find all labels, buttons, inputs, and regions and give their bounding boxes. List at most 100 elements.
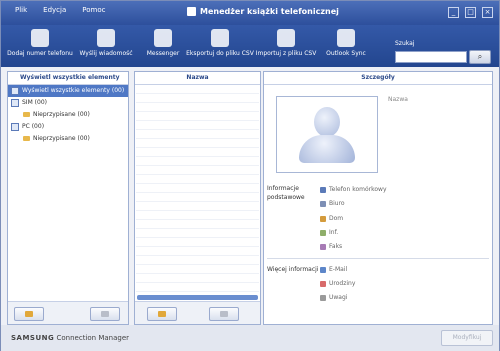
delete-group-button[interactable]	[90, 307, 120, 321]
category-panel: Wyświetl wszystkie elementy Wyświetl wsz…	[7, 71, 129, 325]
maximize-button[interactable]: □	[465, 7, 476, 18]
basic-info-label: Informacje podstawowe	[267, 185, 305, 201]
field-notes: Uwagi	[320, 294, 347, 301]
add-folder-icon	[25, 311, 33, 317]
import-csv-label: Importuj z pliku CSV	[255, 50, 317, 57]
tree-item-pc-label: PC (00)	[22, 123, 45, 130]
category-panel-footer	[8, 301, 128, 324]
close-button[interactable]: ×	[482, 7, 493, 18]
tree-item-sim-unassigned-label: Nieprzypisane (00)	[33, 111, 90, 118]
brand-name: SAMSUNG	[11, 334, 55, 342]
detail-panel: Szczegóły Nazwa Informacje podstawowe Te…	[263, 71, 493, 325]
app-title-text: Menedżer książki telefonicznej	[200, 7, 339, 16]
home-icon	[320, 215, 326, 222]
tree-item-sim[interactable]: SIM (00)	[8, 97, 128, 109]
contact-list-panel: Nazwa	[134, 71, 261, 325]
name-label: Nazwa	[388, 96, 408, 103]
folder-icon	[23, 112, 30, 117]
notes-icon	[320, 294, 326, 301]
delete-contact-button[interactable]	[209, 307, 239, 321]
avatar-body-icon	[299, 135, 355, 163]
birthday-icon	[320, 280, 326, 287]
export-csv-button[interactable]: Eksportuj do pliku CSV	[185, 29, 255, 57]
menu-file[interactable]: Plik	[15, 6, 27, 14]
outlook-sync-label: Outlook Sync	[326, 50, 366, 57]
contact-list[interactable]	[136, 85, 259, 292]
app-title: Menedżer książki telefonicznej	[187, 7, 339, 16]
add-contact-icon	[31, 29, 49, 47]
field-birthday-label: Urodziny	[329, 280, 356, 287]
field-fax-label: Faks	[329, 243, 343, 250]
tree-item-all[interactable]: Wyświetl wszystkie elementy (00)	[8, 85, 128, 97]
toolbar: Dodaj numer telefonu Wyślij wiadomość Me…	[1, 25, 499, 67]
message-icon	[97, 29, 115, 47]
other-phone-icon	[320, 229, 326, 236]
menu-bar: Plik Edycja Pomoc	[15, 6, 105, 14]
field-other-label: Inf.	[329, 229, 339, 236]
field-email: E-Mail	[320, 266, 347, 273]
modify-button[interactable]: Modyfikuj	[441, 330, 493, 346]
add-contact-label: Dodaj numer telefonu	[7, 50, 73, 57]
folder-icon	[23, 136, 30, 141]
contact-list-header: Nazwa	[135, 72, 260, 85]
horizontal-scrollbar[interactable]	[137, 295, 258, 300]
avatar-head-icon	[314, 107, 340, 137]
window-controls: _ □ ×	[448, 7, 493, 18]
send-message-label: Wyślij wiadomość	[79, 50, 133, 57]
menu-edit[interactable]: Edycja	[43, 6, 66, 14]
contact-photo	[276, 96, 378, 173]
detail-divider	[267, 258, 489, 259]
tree-item-sim-unassigned[interactable]: Nieprzypisane (00)	[8, 109, 128, 121]
messenger-label: Messenger	[146, 50, 180, 57]
delete-contact-icon	[220, 311, 228, 317]
status-bar: SAMSUNG Connection Manager Modyfikuj	[1, 325, 499, 351]
sim-icon	[11, 98, 19, 107]
pc-icon	[11, 122, 19, 131]
sync-icon	[337, 29, 355, 47]
messenger-icon	[154, 29, 172, 47]
mobile-phone-icon	[320, 186, 326, 193]
tree-item-pc-unassigned[interactable]: Nieprzypisane (00)	[8, 133, 128, 145]
field-other: Inf.	[320, 229, 338, 236]
detail-header: Szczegóły	[264, 72, 492, 85]
tree-item-pc[interactable]: PC (00)	[8, 121, 128, 133]
email-icon	[320, 266, 326, 273]
search-button[interactable]: ⌕	[469, 50, 491, 64]
brand-logo: SAMSUNG Connection Manager	[11, 334, 129, 342]
export-csv-label: Eksportuj do pliku CSV	[186, 50, 254, 57]
add-group-button[interactable]	[14, 307, 44, 321]
field-home: Dom	[320, 215, 343, 222]
tree-item-pc-unassigned-label: Nieprzypisane (00)	[33, 135, 90, 142]
tree-item-all-label: Wyświetl wszystkie elementy (00)	[22, 87, 125, 94]
all-items-icon	[11, 86, 19, 95]
field-fax: Faks	[320, 243, 342, 250]
field-birthday: Urodziny	[320, 280, 355, 287]
category-panel-header: Wyświetl wszystkie elementy	[8, 72, 128, 85]
contact-list-footer	[135, 301, 260, 324]
tree-item-sim-label: SIM (00)	[22, 99, 47, 106]
search-input[interactable]	[395, 51, 467, 63]
delete-folder-icon	[101, 311, 109, 317]
export-icon	[211, 29, 229, 47]
office-icon	[320, 200, 326, 207]
field-mobile: Telefon komórkowy	[320, 186, 387, 193]
main-window: Plik Edycja Pomoc Menedżer książki telef…	[0, 0, 500, 351]
field-office: Biuro	[320, 200, 345, 207]
menu-help[interactable]: Pomoc	[82, 6, 105, 14]
search-label: Szukaj	[395, 40, 415, 47]
add-contact-small-button[interactable]	[147, 307, 177, 321]
minimize-button[interactable]: _	[448, 7, 459, 18]
field-notes-label: Uwagi	[329, 294, 348, 301]
outlook-sync-button[interactable]: Outlook Sync	[311, 29, 381, 57]
product-name: Connection Manager	[56, 334, 130, 342]
import-icon	[277, 29, 295, 47]
more-info-label: Więcej informacji	[267, 266, 319, 273]
field-mobile-label: Telefon komórkowy	[329, 186, 387, 193]
field-home-label: Dom	[329, 215, 344, 222]
add-contact-small-icon	[158, 311, 166, 317]
fax-icon	[320, 243, 326, 250]
field-email-label: E-Mail	[329, 266, 348, 273]
add-contact-button[interactable]: Dodaj numer telefonu	[5, 29, 75, 57]
title-bar: Plik Edycja Pomoc Menedżer książki telef…	[1, 1, 499, 25]
phonebook-icon	[187, 7, 196, 16]
